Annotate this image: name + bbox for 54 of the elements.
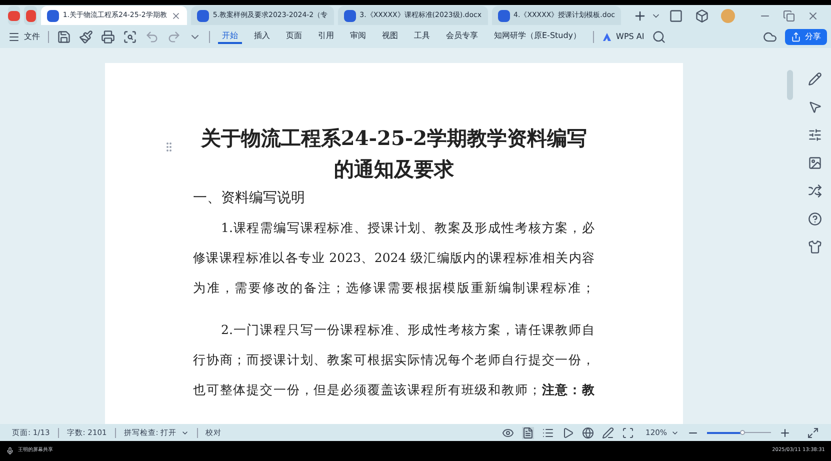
ribbon-tab[interactable]: 开始: [218, 30, 242, 44]
cube-icon[interactable]: [694, 9, 709, 23]
ribbon-tab[interactable]: 视图: [378, 30, 402, 44]
brush-icon[interactable]: [79, 30, 93, 44]
sliders-icon[interactable]: [808, 128, 822, 142]
eye-icon[interactable]: [502, 426, 514, 438]
paragraph-line: 为准，需要修改的备注；选修课需要根据模版重新编制课程标准；: [193, 279, 595, 297]
fit-icon[interactable]: [622, 426, 634, 438]
app-logo-icon[interactable]: [8, 6, 20, 25]
document-title: 的通知及要求: [333, 156, 455, 183]
ribbon-tab[interactable]: 审阅: [346, 30, 370, 44]
microphone-icon: [6, 447, 14, 455]
ribbon-tab[interactable]: 插入: [250, 30, 274, 44]
restore-icon[interactable]: [782, 10, 795, 22]
cloud-icon[interactable]: [763, 30, 777, 44]
play-icon[interactable]: [562, 426, 574, 438]
ai-logo-icon: [602, 32, 612, 42]
search-icon[interactable]: [652, 30, 666, 44]
help-icon[interactable]: [808, 212, 822, 226]
file-menu[interactable]: 文件: [24, 31, 40, 43]
image-icon[interactable]: [808, 156, 822, 170]
new-tab-icon[interactable]: [632, 9, 647, 23]
save-icon[interactable]: [57, 30, 71, 44]
zoom-in-icon[interactable]: [779, 426, 791, 438]
print-icon[interactable]: [101, 30, 115, 44]
page-view-icon[interactable]: [522, 426, 534, 438]
share-button[interactable]: 分享: [785, 29, 827, 45]
scrollbar[interactable]: [787, 70, 793, 100]
document-title: 关于物流工程系24-25-2学期教学资料编写: [200, 125, 588, 152]
wps-ai-button[interactable]: WPS AI: [602, 31, 644, 43]
pen-icon[interactable]: [602, 426, 614, 438]
window-icon[interactable]: [668, 9, 683, 23]
ribbon-tab[interactable]: 知网研学（原E-Study）: [490, 30, 586, 44]
preview-icon[interactable]: [123, 30, 137, 44]
menu-icon[interactable]: [8, 31, 20, 43]
globe-icon[interactable]: [582, 426, 594, 438]
ribbon-tab[interactable]: 工具: [410, 30, 434, 44]
paragraph-line: 2.一门课程只写一份课程标准、形成性考核方案，请任课教师自: [220, 321, 595, 339]
paragraph-line: 也可整体提交一份，但是必须覆盖该课程所有班级和教师；注意：教: [193, 381, 595, 399]
shirt-icon[interactable]: [808, 240, 822, 254]
paragraph-line: 修课课程标准以各专业 2023、2024 级汇编版内的课程标准相关内容: [193, 249, 595, 267]
paragraph-line: 行协商；而授课计划、教案可根据实际情况每个老师自行提交一份，: [193, 351, 595, 369]
close-icon[interactable]: [806, 10, 819, 22]
share-icon: [791, 32, 801, 42]
ribbon-tab[interactable]: 会员专享: [442, 30, 482, 44]
paragraph-line: 1.课程需编写课程标准、授课计划、教案及形成性考核方案，必: [220, 219, 595, 237]
pen-icon[interactable]: [808, 72, 822, 86]
fullscreen-icon[interactable]: [807, 426, 819, 438]
ribbon-tab[interactable]: 引用: [314, 30, 338, 44]
shuffle-icon[interactable]: [808, 184, 822, 198]
close-icon[interactable]: [170, 10, 181, 20]
section-heading: 一、资料编写说明: [193, 189, 306, 208]
ribbon-tab[interactable]: 页面: [282, 30, 306, 44]
cursor-icon[interactable]: [808, 100, 822, 114]
